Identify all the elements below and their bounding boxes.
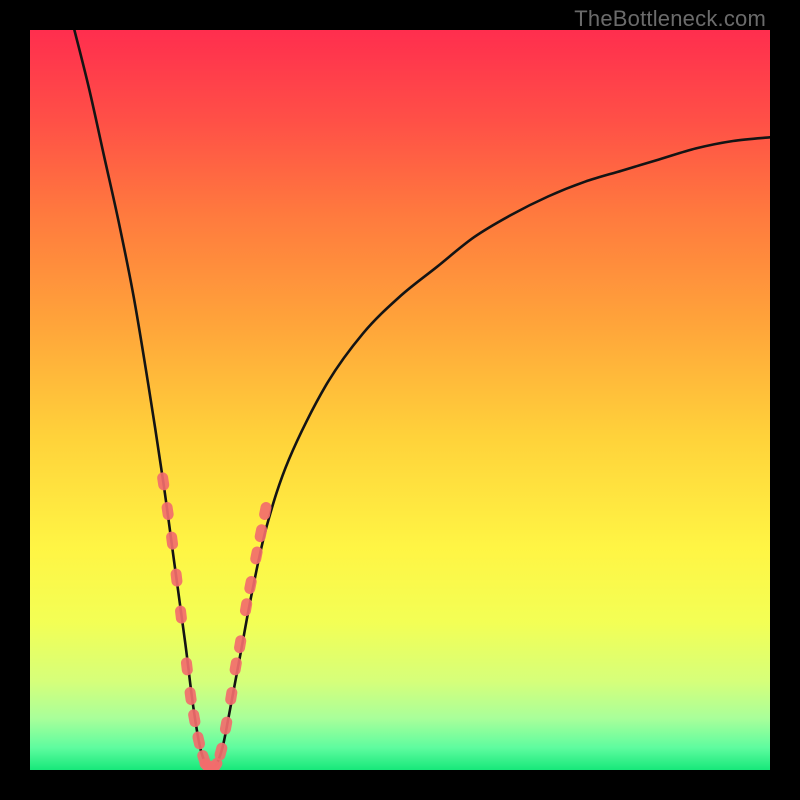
- data-marker: [170, 568, 183, 587]
- watermark-text: TheBottleneck.com: [574, 6, 766, 32]
- data-marker: [219, 716, 233, 736]
- data-marker: [180, 657, 193, 676]
- bottleneck-curve: [74, 30, 770, 769]
- curve-layer: [30, 30, 770, 770]
- data-marker: [165, 531, 178, 550]
- data-marker: [156, 472, 170, 491]
- data-marker: [174, 605, 187, 624]
- data-marker: [191, 730, 206, 750]
- data-marker: [161, 501, 175, 520]
- plot-frame: [30, 30, 770, 770]
- data-marker: [224, 686, 238, 706]
- marker-group: [156, 472, 272, 770]
- data-marker: [239, 597, 253, 617]
- data-marker: [184, 686, 197, 705]
- data-marker: [187, 708, 201, 728]
- data-marker: [229, 657, 243, 677]
- data-marker: [233, 634, 247, 654]
